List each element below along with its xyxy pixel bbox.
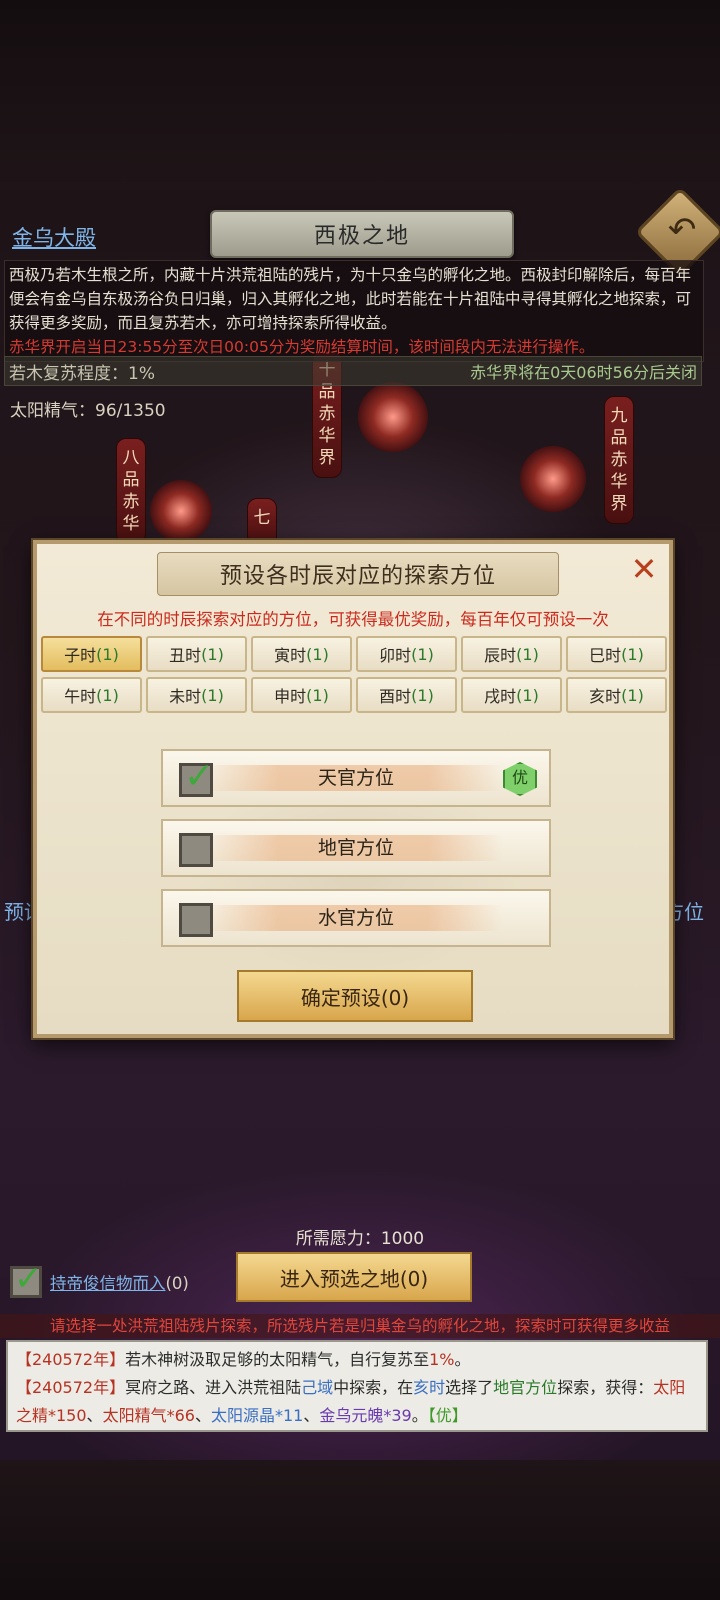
log-entry: 【240572年】若木神树汲取足够的太阳精气，自行复苏至1%。 (16, 1350, 471, 1369)
description-text: 西极乃若木生根之所，内藏十片洪荒祖陆的残片，为十只金乌的孵化之地。西极封印解除后… (9, 266, 692, 332)
option-diguan[interactable]: 地官方位 (161, 819, 551, 877)
hour-tab-shen[interactable]: 申时 (1) (251, 677, 352, 713)
hour-tab-xu[interactable]: 戌时 (1) (461, 677, 562, 713)
hour-tab-chou[interactable]: 丑时 (1) (146, 636, 247, 672)
hour-tab-yin[interactable]: 寅时 (1) (251, 636, 352, 672)
palace-link[interactable]: 金乌大殿 (12, 222, 96, 252)
sun-essence-counter: 太阳精气：96/1350 (10, 401, 166, 421)
checkmark-icon: ✓ (14, 1259, 43, 1299)
confirm-preset-button[interactable]: 确定预设(0) (237, 970, 473, 1022)
dialog-hint: 在不同的时辰探索对应的方位，可获得最优奖励，每百年仅可预设一次 (97, 610, 609, 629)
hour-tab-si[interactable]: 巳时 (1) (566, 636, 667, 672)
hour-tab-chen[interactable]: 辰时 (1) (461, 636, 562, 672)
closing-countdown: 赤华界将在0天06时56分后关闭 (470, 363, 697, 382)
option-label: 地官方位 (317, 837, 394, 859)
lantern-grade-7[interactable]: 七 (247, 498, 277, 546)
exploration-log: 【240572年】若木神树汲取足够的太阳精气，自行复苏至1%。 【240572年… (6, 1340, 708, 1432)
dialog-title: 预设各时辰对应的探索方位 (157, 552, 559, 596)
option-label: 水官方位 (317, 907, 394, 929)
back-arrow-icon: ↶ (667, 209, 697, 250)
preset-direction-dialog: 预设各时辰对应的探索方位 ✕ 在不同的时辰探索对应的方位，可获得最优奖励，每百年… (33, 540, 673, 1038)
option-shuiguan[interactable]: 水官方位 (161, 889, 551, 947)
page-title: 西极之地 (210, 210, 514, 258)
lantern-grade-8[interactable]: 八品赤华 (116, 438, 146, 544)
token-checkbox[interactable]: ✓ (10, 1259, 43, 1299)
option-tianguan[interactable]: ✓ 天官方位 优 (161, 749, 551, 807)
hour-tab-wu[interactable]: 午时 (1) (41, 677, 142, 713)
description-panel: 西极乃若木生根之所，内藏十片洪荒祖陆的残片，为十只金乌的孵化之地。西极封印解除后… (4, 260, 704, 362)
close-icon[interactable]: ✕ (627, 552, 661, 586)
fragment-orb[interactable] (150, 480, 212, 542)
hour-tab-zi[interactable]: 子时 (1) (41, 636, 142, 672)
lantern-grade-9[interactable]: 九品赤华界 (604, 396, 634, 524)
fragment-orb[interactable] (520, 446, 586, 512)
hour-tab-you[interactable]: 酉时 (1) (356, 677, 457, 713)
fragment-orb[interactable] (358, 382, 428, 452)
option-label: 天官方位 (317, 767, 394, 789)
required-willpower: 所需愿力：1000 (295, 1229, 425, 1249)
token-option[interactable]: 持帝俊信物而入(0) (50, 1270, 189, 1294)
hour-tab-wei[interactable]: 未时 (1) (146, 677, 247, 713)
hour-tab-mao[interactable]: 卯时 (1) (356, 636, 457, 672)
revival-progress: 若木复苏程度：1% (9, 363, 155, 384)
log-entry: 【240572年】冥府之路、进入洪荒祖陆己域中探索，在亥时选择了地官方位探索，获… (16, 1378, 686, 1425)
bottom-band (0, 1460, 720, 1600)
enter-selected-land-button[interactable]: 进入预选之地(0) (236, 1252, 472, 1302)
status-row: 若木复苏程度：1% 赤华界将在0天06时56分后关闭 (4, 356, 702, 386)
exploration-hint: 请选择一处洪荒祖陆残片探索，所选残片若是归巢金乌的孵化之地，探索时可获得更多收益 (0, 1314, 720, 1338)
top-band (0, 0, 720, 190)
hour-tab-hai[interactable]: 亥时 (1) (566, 677, 667, 713)
hour-grid: 子时 (1) 丑时 (1) 寅时 (1) 卯时 (1) 辰时 (1) 巳时 (1) 午时 (1… (41, 636, 667, 713)
